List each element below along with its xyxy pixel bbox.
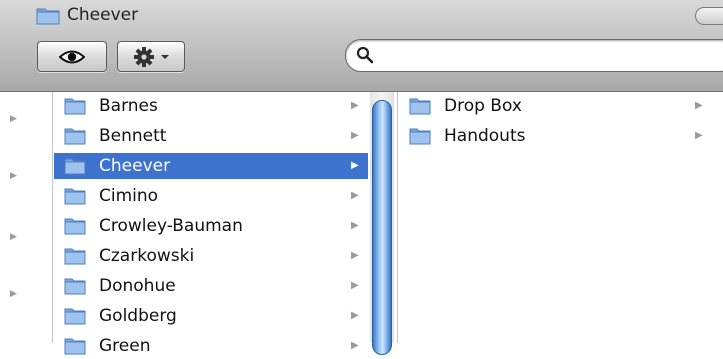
folder-name: Cimino bbox=[99, 186, 159, 206]
folder-icon bbox=[64, 248, 86, 265]
folder-name: Handouts bbox=[444, 126, 526, 146]
disclosure-arrow-icon: ▶ bbox=[351, 220, 359, 231]
folder-row[interactable]: Donohue ▶ bbox=[54, 273, 368, 299]
folder-icon bbox=[409, 128, 431, 145]
disclosure-arrow-icon: ▶ bbox=[10, 171, 17, 181]
search-icon bbox=[356, 46, 374, 64]
disclosure-arrow-icon: ▶ bbox=[10, 114, 17, 124]
folder-icon bbox=[64, 218, 86, 235]
disclosure-arrow-icon: ▶ bbox=[695, 100, 703, 111]
folder-icon bbox=[64, 308, 86, 325]
folder-row[interactable]: Czarkowski ▶ bbox=[54, 243, 368, 269]
disclosure-arrow-icon: ▶ bbox=[351, 100, 359, 111]
disclosure-arrow-icon: ▶ bbox=[351, 310, 359, 321]
eye-icon bbox=[59, 50, 85, 63]
folder-name: Crowley-Bauman bbox=[99, 216, 243, 236]
folder-row[interactable]: Cimino ▶ bbox=[54, 183, 368, 209]
column-1-scrollbar[interactable] bbox=[370, 92, 394, 355]
folder-row[interactable]: Barnes ▶ bbox=[54, 93, 368, 119]
folder-row[interactable]: Cheever ▶ bbox=[54, 153, 368, 179]
column-browser: ▶ ▶ ▶ ▶ Barnes ▶ Bennett ▶ Cheever ▶ Cim… bbox=[0, 92, 723, 356]
folder-name: Barnes bbox=[99, 96, 158, 116]
folder-name: Donohue bbox=[99, 276, 176, 296]
scrollbar-thumb[interactable] bbox=[372, 100, 392, 355]
disclosure-arrow-icon: ▶ bbox=[351, 250, 359, 261]
chevron-down-icon bbox=[161, 54, 169, 59]
disclosure-arrow-icon: ▶ bbox=[351, 340, 359, 351]
folder-icon bbox=[64, 158, 86, 175]
disclosure-arrow-icon: ▶ bbox=[10, 289, 17, 299]
disclosure-arrow-icon: ▶ bbox=[695, 130, 703, 141]
window-title: Cheever bbox=[67, 5, 139, 25]
folder-name: Bennett bbox=[99, 126, 167, 146]
folder-icon bbox=[64, 338, 86, 355]
disclosure-arrow-icon: ▶ bbox=[351, 280, 359, 291]
folder-name: Drop Box bbox=[444, 96, 522, 116]
quick-look-button[interactable] bbox=[37, 41, 107, 72]
folder-row[interactable]: Green ▶ bbox=[54, 333, 368, 359]
column-divider[interactable] bbox=[397, 92, 398, 343]
folder-row[interactable]: Drop Box ▶ bbox=[399, 93, 723, 119]
folder-icon bbox=[64, 188, 86, 205]
folder-row[interactable]: Bennett ▶ bbox=[54, 123, 368, 149]
disclosure-arrow-icon: ▶ bbox=[351, 130, 359, 141]
folder-row[interactable]: Handouts ▶ bbox=[399, 123, 723, 149]
disclosure-arrow-icon: ▶ bbox=[351, 160, 359, 171]
disclosure-arrow-icon: ▶ bbox=[10, 232, 17, 242]
search-input[interactable] bbox=[380, 44, 704, 68]
folder-icon bbox=[64, 278, 86, 295]
gear-icon bbox=[134, 46, 154, 67]
folder-name: Cheever bbox=[99, 156, 171, 176]
folder-icon bbox=[64, 98, 86, 115]
folder-icon bbox=[36, 8, 60, 25]
toolbar-toggle-button[interactable] bbox=[695, 7, 723, 25]
folder-icon bbox=[64, 128, 86, 145]
disclosure-arrow-icon: ▶ bbox=[351, 190, 359, 201]
folder-name: Green bbox=[99, 336, 151, 356]
action-menu-button[interactable] bbox=[117, 41, 185, 72]
folder-name: Czarkowski bbox=[99, 246, 195, 266]
folder-row[interactable]: Crowley-Bauman ▶ bbox=[54, 213, 368, 239]
folder-name: Goldberg bbox=[99, 306, 177, 326]
window-toolbar: Cheever bbox=[0, 0, 723, 92]
search-field[interactable] bbox=[345, 39, 723, 72]
folder-row[interactable]: Goldberg ▶ bbox=[54, 303, 368, 329]
folder-icon bbox=[409, 98, 431, 115]
column-divider[interactable] bbox=[52, 92, 53, 343]
